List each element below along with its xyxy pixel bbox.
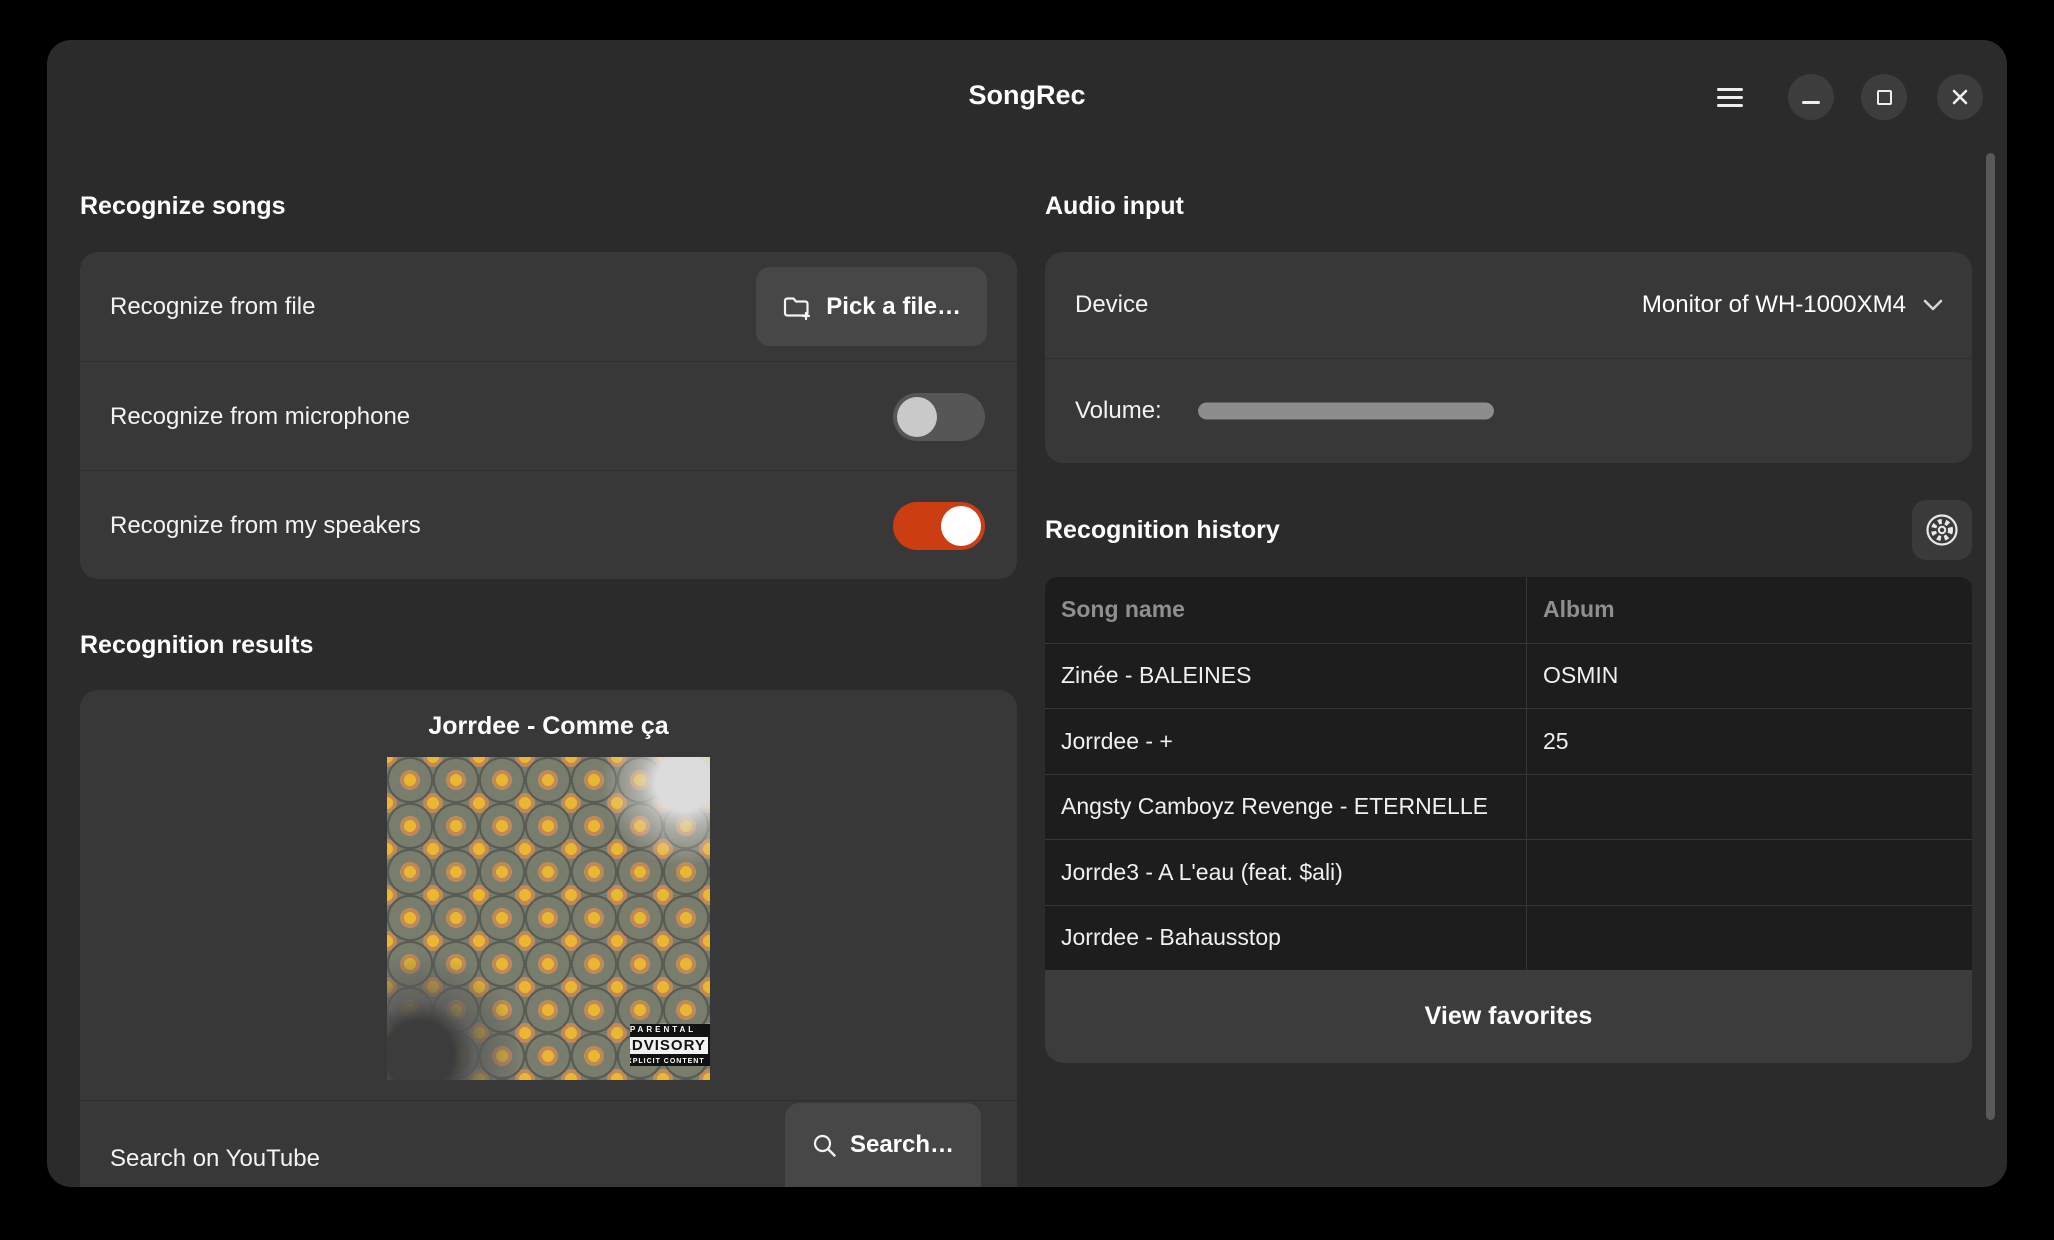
song-name-column-header: Song name xyxy=(1045,577,1527,643)
microphone-switch[interactable] xyxy=(893,393,985,441)
album-cell: 25 xyxy=(1527,709,1972,774)
recognize-from-file-row: Recognize from file Pick a file… xyxy=(80,252,1017,361)
titlebar: SongRec xyxy=(47,40,2007,155)
song-name-cell: Angsty Camboyz Revenge - ETERNELLE xyxy=(1045,775,1527,840)
album-art: PARENTAL ADVISORY EXPLICIT CONTENT xyxy=(387,757,710,1080)
table-row[interactable]: Jorrdee - Bahausstop xyxy=(1045,905,1972,971)
recognition-history-heading: Recognition history xyxy=(1045,516,1280,545)
album-column-header: Album xyxy=(1527,577,1972,643)
pick-a-file-button[interactable]: Pick a file… xyxy=(756,267,987,346)
song-name-cell: Jorrdee - Bahausstop xyxy=(1045,906,1527,971)
album-cell xyxy=(1527,840,1972,905)
device-label: Device xyxy=(1075,291,1148,319)
parental-advisory-label: PARENTAL ADVISORY EXPLICIT CONTENT xyxy=(630,1024,710,1070)
album-cell xyxy=(1527,775,1972,840)
maximize-icon xyxy=(1877,90,1892,105)
gear-icon xyxy=(1923,511,1961,549)
chevron-down-icon xyxy=(1922,298,1944,312)
device-row[interactable]: Device Monitor of WH-1000XM4 xyxy=(1045,252,1972,358)
maximize-button[interactable] xyxy=(1861,74,1907,120)
album-cell: OSMIN xyxy=(1527,644,1972,709)
volume-level-bar xyxy=(1198,403,1494,420)
view-favorites-button[interactable]: View favorites xyxy=(1045,970,1972,1063)
recognize-from-microphone-label: Recognize from microphone xyxy=(110,403,410,431)
song-name-cell: Zinée - BALEINES xyxy=(1045,644,1527,709)
table-body: Zinée - BALEINESOSMINJorrdee - +25Angsty… xyxy=(1045,643,1972,971)
volume-label: Volume: xyxy=(1075,397,1162,425)
table-header-row: Song name Album xyxy=(1045,577,1972,643)
album-art-figure xyxy=(600,757,710,867)
speakers-switch[interactable] xyxy=(893,502,985,550)
volume-row: Volume: xyxy=(1045,359,1972,463)
minimize-icon xyxy=(1802,101,1820,104)
album-art-photo-fragment xyxy=(387,950,517,1080)
close-icon xyxy=(1950,87,1970,107)
recognition-history-table: Song name Album Zinée - BALEINESOSMINJor… xyxy=(1045,577,1972,1063)
minimize-button[interactable] xyxy=(1788,74,1834,120)
youtube-search-label: Search… xyxy=(850,1131,954,1159)
table-row[interactable]: Zinée - BALEINESOSMIN xyxy=(1045,643,1972,709)
album-cell xyxy=(1527,906,1972,971)
recognize-from-file-label: Recognize from file xyxy=(110,293,315,321)
menu-button[interactable] xyxy=(1707,74,1753,120)
song-name-cell: Jorrdee - + xyxy=(1045,709,1527,774)
audio-input-card: Device Monitor of WH-1000XM4 Volume: xyxy=(1045,252,1972,463)
search-on-youtube-row: Search on YouTube Search… xyxy=(80,1101,1017,1187)
recognized-song-title: Jorrdee - Comme ça xyxy=(80,712,1017,741)
recognize-songs-heading: Recognize songs xyxy=(80,192,286,221)
history-settings-button[interactable] xyxy=(1912,500,1972,560)
recognize-from-microphone-row: Recognize from microphone xyxy=(80,362,1017,471)
volume-level-fill xyxy=(1198,403,1494,420)
close-button[interactable] xyxy=(1937,74,1983,120)
search-on-youtube-label: Search on YouTube xyxy=(110,1145,320,1173)
youtube-search-button[interactable]: Search… xyxy=(785,1103,981,1187)
song-name-cell: Jorrde3 - A L'eau (feat. $ali) xyxy=(1045,840,1527,905)
table-row[interactable]: Jorrdee - +25 xyxy=(1045,708,1972,774)
recognize-from-speakers-label: Recognize from my speakers xyxy=(110,512,421,540)
table-row[interactable]: Angsty Camboyz Revenge - ETERNELLE xyxy=(1045,774,1972,840)
songrec-window: SongRec Recognize songs Recognize from f… xyxy=(47,40,2007,1187)
audio-input-heading: Audio input xyxy=(1045,192,1184,221)
scrollbar-thumb[interactable] xyxy=(1986,153,1995,1120)
recognize-from-speakers-row: Recognize from my speakers xyxy=(80,471,1017,580)
switch-knob xyxy=(897,397,937,437)
magnifier-icon xyxy=(812,1133,838,1159)
hamburger-icon xyxy=(1717,83,1743,112)
switch-knob xyxy=(941,506,981,546)
recognition-results-heading: Recognition results xyxy=(80,631,313,660)
desktop-background: SongRec Recognize songs Recognize from f… xyxy=(0,0,2054,1240)
recognize-card: Recognize from file Pick a file… Recogni… xyxy=(80,252,1017,579)
recognition-results-card: Jorrdee - Comme ça PARENTAL ADVISORY EXP… xyxy=(80,690,1017,1187)
pick-a-file-label: Pick a file… xyxy=(826,293,961,321)
table-row[interactable]: Jorrde3 - A L'eau (feat. $ali) xyxy=(1045,839,1972,905)
device-dropdown-value[interactable]: Monitor of WH-1000XM4 xyxy=(1642,291,1906,319)
folder-new-icon xyxy=(782,293,812,321)
